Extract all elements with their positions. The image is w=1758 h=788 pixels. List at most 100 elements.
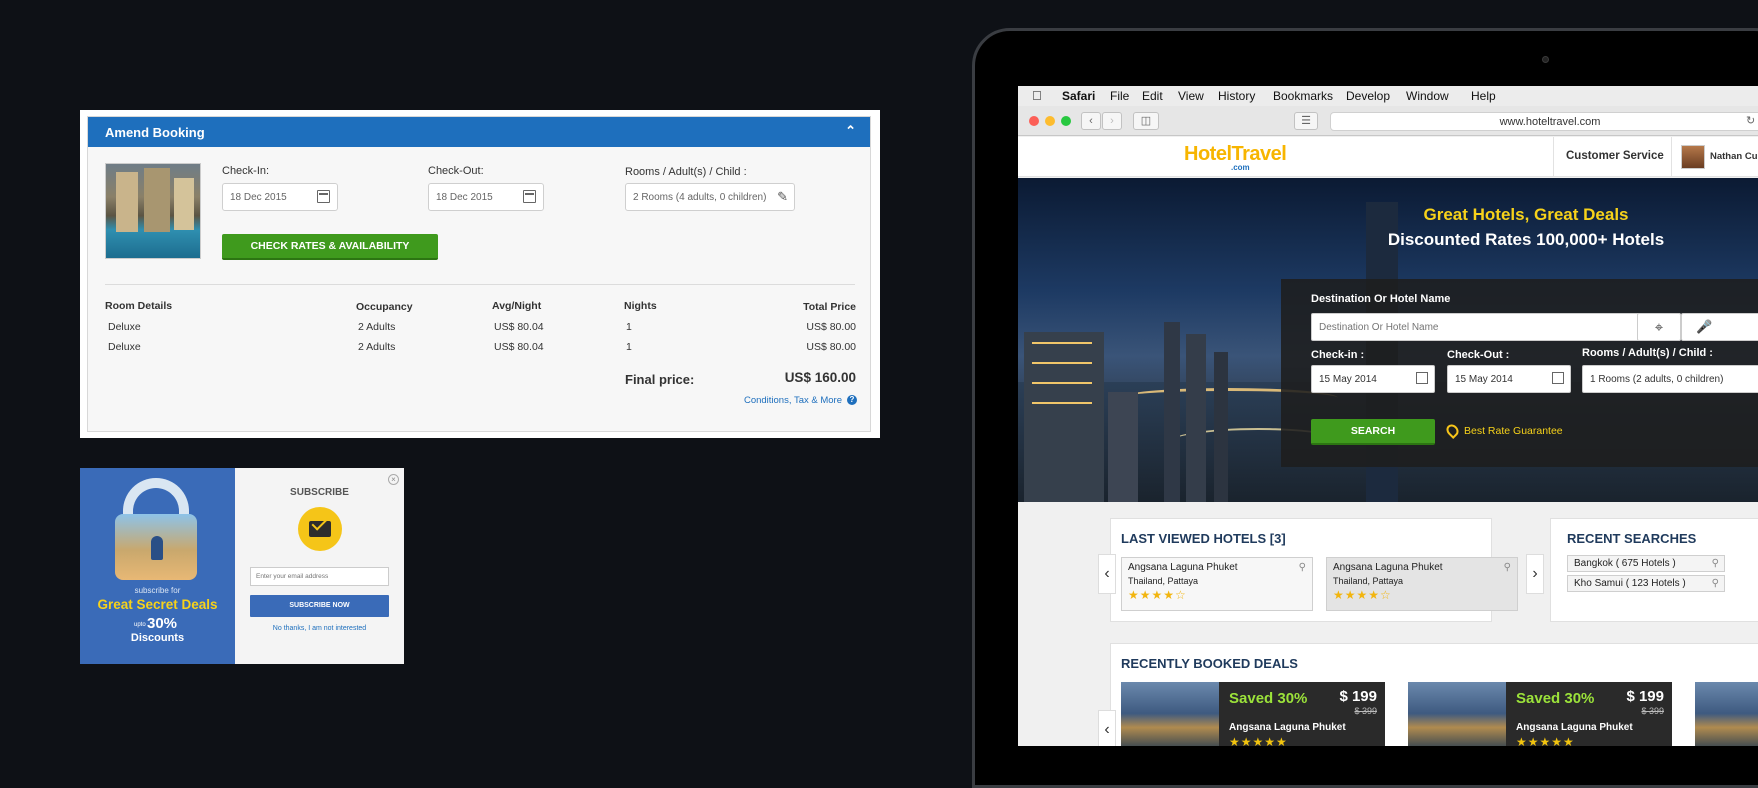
- destination-label: Destination Or Hotel Name: [1311, 293, 1451, 305]
- checkout-field[interactable]: 18 Dec 2015: [428, 183, 544, 211]
- menu-bookmarks[interactable]: Bookmarks: [1273, 89, 1333, 103]
- row-avg-night: US$ 80.04: [494, 321, 544, 333]
- hotel-card[interactable]: Angsana Laguna Phuket ⚲ Thailand, Pattay…: [1121, 557, 1313, 611]
- chevron-up-icon[interactable]: ⌃: [845, 123, 856, 139]
- great-secret-deals: Great Secret Deals: [97, 597, 218, 612]
- edit-icon[interactable]: ✎: [777, 189, 788, 205]
- next-arrow-icon[interactable]: ›: [1526, 554, 1544, 594]
- recent-search-item[interactable]: Bangkok ( 675 Hotels ) ⚲: [1567, 555, 1725, 572]
- conditions-link[interactable]: Conditions, Tax & More: [744, 395, 842, 406]
- last-viewed-title: LAST VIEWED HOTELS [3]: [1121, 531, 1286, 546]
- checkin-value: 15 May 2014: [1319, 374, 1377, 385]
- site-header: HotelTravel .com Customer Service Nathan…: [1018, 137, 1758, 177]
- star-rating: ★★★★★: [1229, 735, 1288, 746]
- mac-menubar:  Safari File Edit View History Bookmark…: [1018, 86, 1758, 106]
- amend-booking-title: Amend Booking: [105, 125, 205, 140]
- best-rate-guarantee[interactable]: Best Rate Guarantee: [1464, 425, 1563, 437]
- badge-icon: [1444, 422, 1461, 439]
- calendar-icon[interactable]: [523, 190, 536, 203]
- checkout-value: 15 May 2014: [1455, 374, 1513, 385]
- deal-card[interactable]: Saved 30% $ 199 $ 399 Angsana Laguna Phu…: [1121, 682, 1385, 746]
- search-icon[interactable]: ⚲: [1504, 562, 1511, 573]
- locate-crosshair-icon[interactable]: ⌖: [1637, 313, 1681, 341]
- deal-image: [1408, 682, 1506, 746]
- menu-edit[interactable]: Edit: [1142, 89, 1163, 103]
- zoom-window-button[interactable]: [1061, 116, 1071, 126]
- checkin-value: 18 Dec 2015: [230, 192, 287, 203]
- rooms-field[interactable]: 1 Rooms (2 adults, 0 children): [1582, 365, 1758, 393]
- row-nights: 1: [626, 341, 632, 353]
- deal-price: $ 199: [1339, 688, 1377, 705]
- close-window-button[interactable]: [1029, 116, 1039, 126]
- calendar-icon[interactable]: [1416, 372, 1428, 384]
- hotel-search-box: Destination Or Hotel Name ⌖ 🎤 Check-in :…: [1281, 279, 1758, 467]
- hero-headline: Great Hotels, Great Deals: [1423, 205, 1629, 224]
- menu-file[interactable]: File: [1110, 89, 1129, 103]
- browser-toolbar: ‹ › ◫ ☰ www.hoteltravel.com ↻: [1018, 106, 1758, 136]
- search-icon[interactable]: ⚲: [1712, 558, 1719, 569]
- checkout-value: 18 Dec 2015: [436, 192, 493, 203]
- star-rating: ★★★★★: [1516, 735, 1575, 746]
- rooms-label: Rooms / Adult(s) / Child :: [625, 166, 747, 178]
- deal-old-price: $ 399: [1354, 706, 1377, 716]
- apple-icon[interactable]: : [1032, 88, 1042, 103]
- no-thanks-link[interactable]: No thanks, I am not interested: [235, 625, 404, 632]
- destination-input[interactable]: [1311, 313, 1681, 341]
- mail-icon: [298, 507, 342, 551]
- deal-image: [1695, 682, 1758, 746]
- recent-search-item[interactable]: Kho Samui ( 123 Hotels ) ⚲: [1567, 575, 1725, 592]
- menu-view[interactable]: View: [1178, 89, 1204, 103]
- user-name[interactable]: Nathan Curtis: [1710, 151, 1758, 162]
- back-arrow-icon[interactable]: ‹: [1081, 112, 1101, 130]
- deal-card[interactable]: Saved 30% $ 199 $ 399 Angsana Laguna Phu…: [1408, 682, 1672, 746]
- microphone-icon[interactable]: 🎤: [1681, 313, 1758, 341]
- row-room: Deluxe: [108, 321, 141, 333]
- prev-arrow-icon[interactable]: ‹: [1098, 554, 1116, 594]
- rooms-field[interactable]: 2 Rooms (4 adults, 0 children) ✎: [625, 183, 795, 211]
- menu-window[interactable]: Window: [1406, 89, 1449, 103]
- prev-arrow-icon[interactable]: ‹: [1098, 710, 1116, 746]
- reader-icon[interactable]: ☰: [1294, 112, 1318, 130]
- row-avg-night: US$ 80.04: [494, 341, 544, 353]
- help-icon[interactable]: ?: [847, 395, 857, 405]
- address-bar[interactable]: www.hoteltravel.com: [1330, 112, 1758, 131]
- checkout-field[interactable]: 15 May 2014: [1447, 365, 1571, 393]
- deal-card[interactable]: [1695, 682, 1758, 746]
- rooms-value: 2 Rooms (4 adults, 0 children): [633, 192, 767, 203]
- hotel-card[interactable]: Angsana Laguna Phuket ⚲ Thailand, Pattay…: [1326, 557, 1518, 611]
- site-logo-domain: .com: [1231, 163, 1250, 172]
- menu-history[interactable]: History: [1218, 89, 1255, 103]
- subscribe-now-button[interactable]: SUBSCRIBE NOW: [250, 595, 389, 617]
- search-button[interactable]: SEARCH: [1311, 419, 1435, 445]
- search-icon[interactable]: ⚲: [1299, 562, 1306, 573]
- subscribe-form-panel: × SUBSCRIBE SUBSCRIBE NOW No thanks, I a…: [235, 468, 404, 664]
- camera: [1542, 56, 1549, 63]
- amend-booking-header[interactable]: Amend Booking ⌃: [88, 117, 870, 147]
- reload-icon[interactable]: ↻: [1746, 114, 1755, 127]
- subscribe-popup: subscribe for Great Secret Deals upto 30…: [80, 468, 404, 664]
- check-rates-button[interactable]: CHECK RATES & AVAILABILITY: [222, 234, 438, 260]
- star-rating: ★★★★☆: [1333, 588, 1392, 602]
- checkin-field[interactable]: 15 May 2014: [1311, 365, 1435, 393]
- close-icon[interactable]: ×: [388, 474, 399, 485]
- hotel-location: Thailand, Pattaya: [1333, 576, 1404, 586]
- recently-booked-panel: RECENTLY BOOKED DEALS Saved 30% $ 199 $ …: [1110, 643, 1758, 746]
- menu-help[interactable]: Help: [1471, 89, 1496, 103]
- upto-text: upto: [134, 622, 146, 628]
- recently-booked-title: RECENTLY BOOKED DEALS: [1121, 656, 1298, 671]
- amend-booking-panel: Amend Booking ⌃ Check-In: 18 Dec 2015 Ch…: [87, 116, 871, 432]
- final-price-value: US$ 160.00: [784, 370, 856, 385]
- menu-develop[interactable]: Develop: [1346, 89, 1390, 103]
- minimize-window-button[interactable]: [1045, 116, 1055, 126]
- menu-safari[interactable]: Safari: [1062, 89, 1095, 103]
- customer-service-link[interactable]: Customer Service: [1566, 150, 1664, 162]
- checkin-field[interactable]: 18 Dec 2015: [222, 183, 338, 211]
- calendar-icon[interactable]: [1552, 372, 1564, 384]
- email-input[interactable]: [250, 567, 389, 586]
- calendar-icon[interactable]: [317, 190, 330, 203]
- recent-search-label: Kho Samui ( 123 Hotels ): [1574, 578, 1686, 589]
- avatar[interactable]: [1681, 145, 1705, 169]
- sidebar-toggle-icon[interactable]: ◫: [1133, 112, 1159, 130]
- forward-arrow-icon[interactable]: ›: [1102, 112, 1122, 130]
- search-icon[interactable]: ⚲: [1712, 578, 1719, 589]
